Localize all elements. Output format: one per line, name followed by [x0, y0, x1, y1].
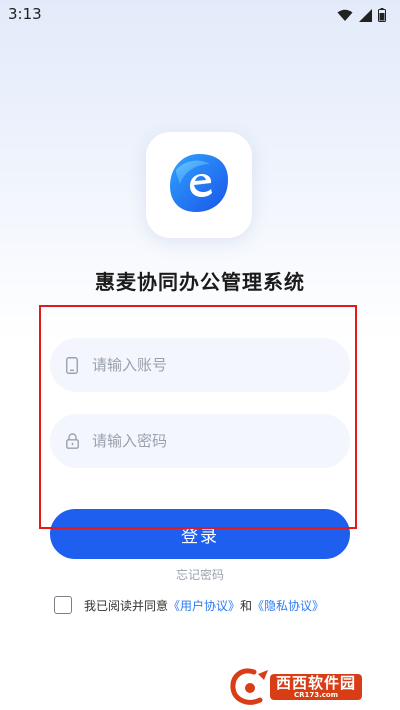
watermark-badge: 西西软件园 CR173.com	[270, 674, 363, 700]
password-field[interactable]	[50, 414, 350, 468]
forgot-password-link[interactable]: 忘记密码	[0, 566, 400, 583]
app-logo	[146, 132, 252, 238]
agreement-conjunction: 和	[240, 598, 253, 613]
watermark-name: 西西软件园	[276, 674, 357, 692]
watermark: 西西软件园 CR173.com	[228, 666, 390, 708]
phone-icon	[64, 356, 80, 374]
status-bar: 3:13	[0, 0, 400, 30]
privacy-policy-link[interactable]: 《隐私协议》	[252, 597, 324, 614]
user-agreement-link[interactable]: 《用户协议》	[168, 597, 240, 614]
agreement-checkbox[interactable]	[54, 596, 72, 614]
signal-icon	[359, 7, 372, 26]
lock-icon	[64, 432, 80, 450]
battery-icon	[378, 7, 386, 26]
account-field[interactable]	[50, 338, 350, 392]
watermark-logo-icon	[228, 666, 274, 708]
wifi-icon	[337, 7, 353, 26]
login-button[interactable]: 登录	[50, 509, 350, 559]
watermark-sub: CR173.com	[293, 691, 339, 699]
agreement-prefix: 我已阅读并同意	[84, 598, 169, 613]
agreement-row: 我已阅读并同意 《用户协议》 和 《隐私协议》	[54, 594, 324, 616]
password-input[interactable]	[92, 432, 332, 450]
account-input[interactable]	[92, 356, 332, 374]
e-logo-icon	[166, 150, 232, 220]
page-title: 惠麦协同办公管理系统	[95, 270, 305, 294]
status-time: 3:13	[8, 5, 42, 23]
status-icons	[337, 7, 386, 26]
